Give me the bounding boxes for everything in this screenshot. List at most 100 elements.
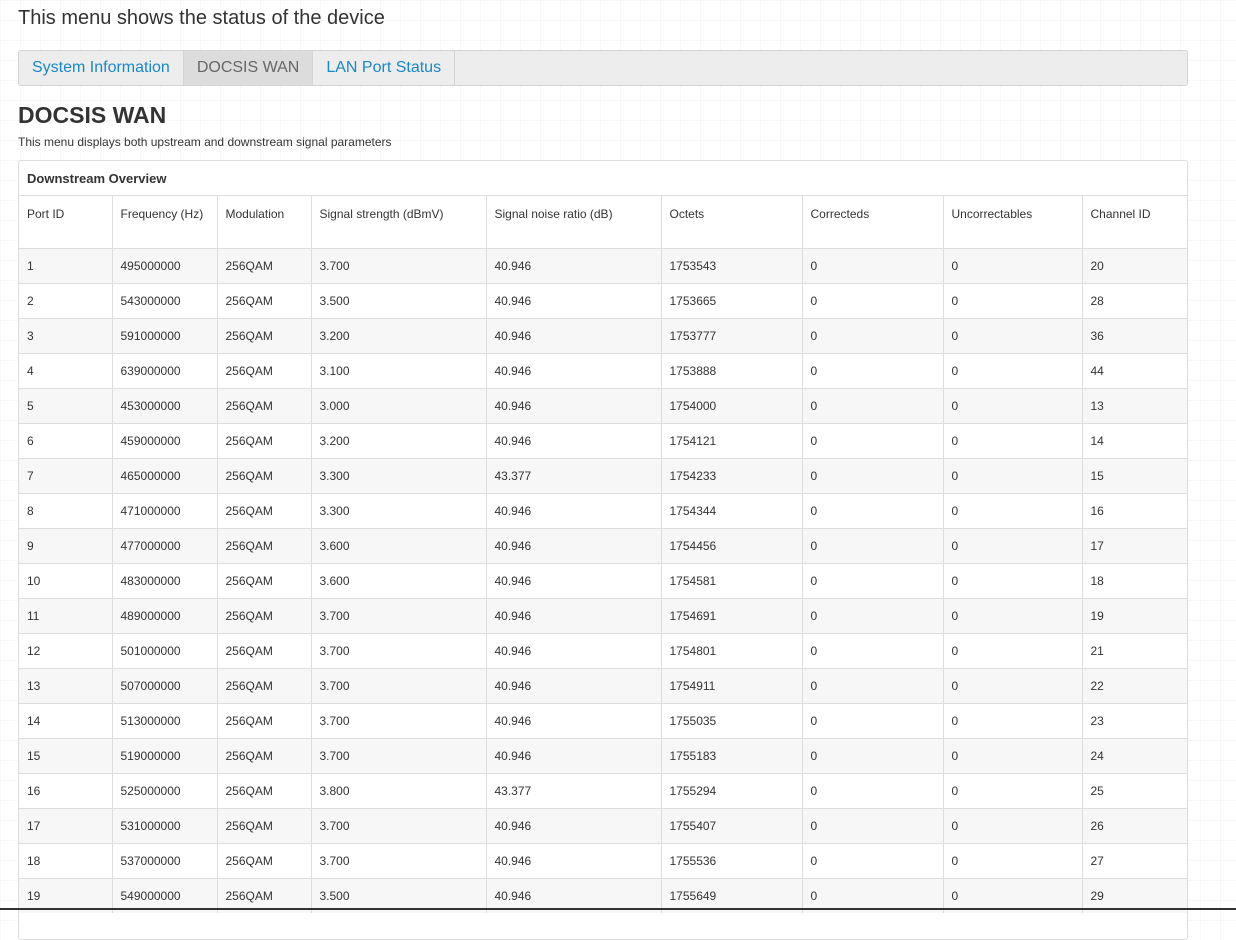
port-id-cell: 11 (19, 597, 112, 633)
octets-cell: 1755536 (660, 842, 802, 878)
octets-cell: 1753543 (660, 247, 802, 283)
correcteds-cell: 0 (801, 457, 943, 493)
uncorrectables-cell: 0 (942, 807, 1082, 843)
table-row: 5 453000000 256QAM 3.000 40.946 1754000 0 0 13 (19, 387, 1187, 423)
port-id-cell: 18 (19, 842, 112, 878)
channel-id-cell: 22 (1081, 667, 1187, 703)
tab-docsis-wan[interactable]: DOCSIS WAN (183, 51, 314, 85)
port-id-cell: 14 (19, 702, 112, 738)
uncorrectables-cell: 0 (942, 597, 1082, 633)
octets-cell: 1754233 (660, 457, 802, 493)
frequency-cell: 501000000 (111, 632, 217, 668)
snr-cell: 40.946 (485, 807, 661, 843)
frequency-cell: 495000000 (111, 247, 217, 283)
port-id-cell: 1 (19, 247, 112, 283)
table-row: 4 639000000 256QAM 3.100 40.946 1753888 0 0 44 (19, 352, 1187, 388)
frequency-cell: 459000000 (111, 422, 217, 458)
snr-cell: 40.946 (485, 527, 661, 563)
tab-system-information[interactable]: System Information (19, 51, 184, 85)
channel-id-cell: 27 (1081, 842, 1187, 878)
modulation-cell: 256QAM (216, 387, 311, 423)
channel-id-cell: 44 (1081, 352, 1187, 388)
snr-cell: 43.377 (485, 772, 661, 808)
table-row: 15 519000000 256QAM 3.700 40.946 1755183 0 0 24 (19, 737, 1187, 773)
frequency-cell: 591000000 (111, 317, 217, 353)
frequency-cell: 543000000 (111, 282, 217, 318)
port-id-cell: 12 (19, 632, 112, 668)
channel-id-cell: 18 (1081, 562, 1187, 598)
uncorrectables-cell: 0 (942, 737, 1082, 773)
snr-cell: 40.946 (485, 492, 661, 528)
correcteds-cell: 0 (801, 807, 943, 843)
tab-lan-port-status[interactable]: LAN Port Status (313, 51, 456, 85)
port-id-cell: 10 (19, 562, 112, 598)
channel-id-cell: 19 (1081, 597, 1187, 633)
table-row: 12 501000000 256QAM 3.700 40.946 1754801 0 0 21 (19, 632, 1187, 668)
column-header-frequency: Frequency (Hz) (111, 196, 217, 249)
table-row: 16 525000000 256QAM 3.800 43.377 1755294 0 0 25 (19, 772, 1187, 808)
modulation-cell: 256QAM (216, 597, 311, 633)
port-id-cell: 16 (19, 772, 112, 808)
modulation-cell: 256QAM (216, 492, 311, 528)
channel-id-cell: 26 (1081, 807, 1187, 843)
uncorrectables-cell: 0 (942, 667, 1082, 703)
correcteds-cell: 0 (801, 562, 943, 598)
table-row: 10 483000000 256QAM 3.600 40.946 1754581 0 0 18 (19, 562, 1187, 598)
modulation-cell: 256QAM (216, 807, 311, 843)
port-id-cell: 2 (19, 282, 112, 318)
correcteds-cell: 0 (801, 702, 943, 738)
signal-strength-cell: 3.200 (310, 317, 486, 353)
channel-id-cell: 13 (1081, 387, 1187, 423)
frequency-cell: 639000000 (111, 352, 217, 388)
channel-id-cell: 17 (1081, 527, 1187, 563)
table-row: 3 591000000 256QAM 3.200 40.946 1753777 0 0 36 (19, 317, 1187, 353)
signal-strength-cell: 3.700 (310, 702, 486, 738)
downstream-table-body: 1 495000000 256QAM 3.700 40.946 1753543 0 0 20 2 5… (19, 247, 1187, 913)
section-description: This menu displays both upstream and dow… (18, 135, 392, 149)
section-title: DOCSIS WAN (18, 102, 167, 128)
frequency-cell: 513000000 (111, 702, 217, 738)
correcteds-cell: 0 (801, 352, 943, 388)
channel-id-cell: 23 (1081, 702, 1187, 738)
correcteds-cell: 0 (801, 772, 943, 808)
table-row: 13 507000000 256QAM 3.700 40.946 1754911 0 0 22 (19, 667, 1187, 703)
frequency-cell: 519000000 (111, 737, 217, 773)
snr-cell: 40.946 (485, 352, 661, 388)
correcteds-cell: 0 (801, 387, 943, 423)
frequency-cell: 531000000 (111, 807, 217, 843)
signal-strength-cell: 3.200 (310, 422, 486, 458)
modulation-cell: 256QAM (216, 842, 311, 878)
table-row: 18 537000000 256QAM 3.700 40.946 1755536 0 0 27 (19, 842, 1187, 878)
frequency-cell: 525000000 (111, 772, 217, 808)
correcteds-cell: 0 (801, 737, 943, 773)
signal-strength-cell: 3.700 (310, 247, 486, 283)
signal-strength-cell: 3.300 (310, 457, 486, 493)
frequency-cell: 453000000 (111, 387, 217, 423)
table-row: 1 495000000 256QAM 3.700 40.946 1753543 0 0 20 (19, 247, 1187, 283)
uncorrectables-cell: 0 (942, 352, 1082, 388)
column-header-port-id: Port ID (19, 196, 112, 249)
correcteds-cell: 0 (801, 282, 943, 318)
frequency-cell: 489000000 (111, 597, 217, 633)
status-tab-bar: System Information DOCSIS WAN LAN Port S… (18, 50, 1188, 86)
port-id-cell: 4 (19, 352, 112, 388)
octets-cell: 1754121 (660, 422, 802, 458)
frequency-cell: 465000000 (111, 457, 217, 493)
port-id-cell: 6 (19, 422, 112, 458)
snr-cell: 40.946 (485, 597, 661, 633)
uncorrectables-cell: 0 (942, 247, 1082, 283)
frequency-cell: 537000000 (111, 842, 217, 878)
octets-cell: 1753888 (660, 352, 802, 388)
page-heading: This menu shows the status of the device (18, 7, 385, 29)
channel-id-cell: 24 (1081, 737, 1187, 773)
snr-cell: 40.946 (485, 842, 661, 878)
table-row: 7 465000000 256QAM 3.300 43.377 1754233 0 0 15 (19, 457, 1187, 493)
uncorrectables-cell: 0 (942, 702, 1082, 738)
column-header-channel-id: Channel ID (1081, 196, 1187, 249)
signal-strength-cell: 3.600 (310, 562, 486, 598)
table-row: 17 531000000 256QAM 3.700 40.946 1755407 0 0 26 (19, 807, 1187, 843)
signal-strength-cell: 3.700 (310, 737, 486, 773)
channel-id-cell: 16 (1081, 492, 1187, 528)
modulation-cell: 256QAM (216, 772, 311, 808)
uncorrectables-cell: 0 (942, 422, 1082, 458)
